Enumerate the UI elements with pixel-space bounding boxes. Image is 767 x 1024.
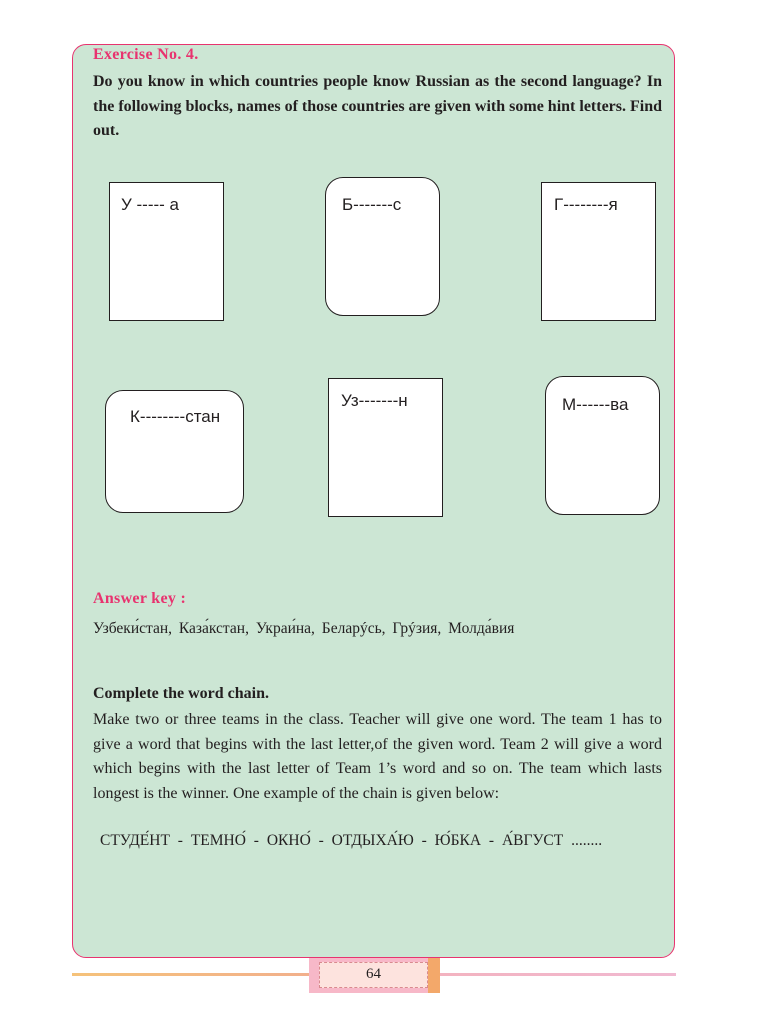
hint-label: К--------стан <box>130 407 221 426</box>
hint-label: Г--------я <box>554 195 618 214</box>
footer-divider-left <box>72 973 310 976</box>
hint-box-3: Г--------я <box>541 182 656 321</box>
page-number-tab: 64 <box>309 958 440 993</box>
hint-box-2: Б-------с <box>325 177 440 316</box>
hint-label: М------ва <box>562 395 629 414</box>
word-chain-instructions: Make two or three teams in the class. Te… <box>93 711 662 802</box>
hint-label: Уз-------н <box>341 391 408 410</box>
exercise-intro: Do you know in which countries people kn… <box>93 73 663 139</box>
hint-box-6: М------ва <box>545 376 660 515</box>
hint-box-5: Уз-------н <box>328 378 443 517</box>
exercise-title: Exercise No. 4. <box>93 46 199 63</box>
word-chain-example: СТУДЕ́НТ - ТЕМНО́ - ОКНО́ - ОТДЫХА́Ю - Ю… <box>100 832 603 849</box>
answer-key-text: Узбеки́стан, Каза́кстан, Украи́на, Белар… <box>93 620 515 637</box>
word-chain-title: Complete the word chain. <box>93 685 269 702</box>
hint-box-1: У ----- а <box>109 182 224 321</box>
hint-label: Б-------с <box>342 195 402 214</box>
hint-label: У ----- а <box>121 195 180 214</box>
page-number: 64 <box>319 962 428 988</box>
answer-key-title: Answer key : <box>93 590 187 607</box>
hint-box-4: К--------стан <box>105 390 244 513</box>
footer-divider-right <box>440 973 676 976</box>
